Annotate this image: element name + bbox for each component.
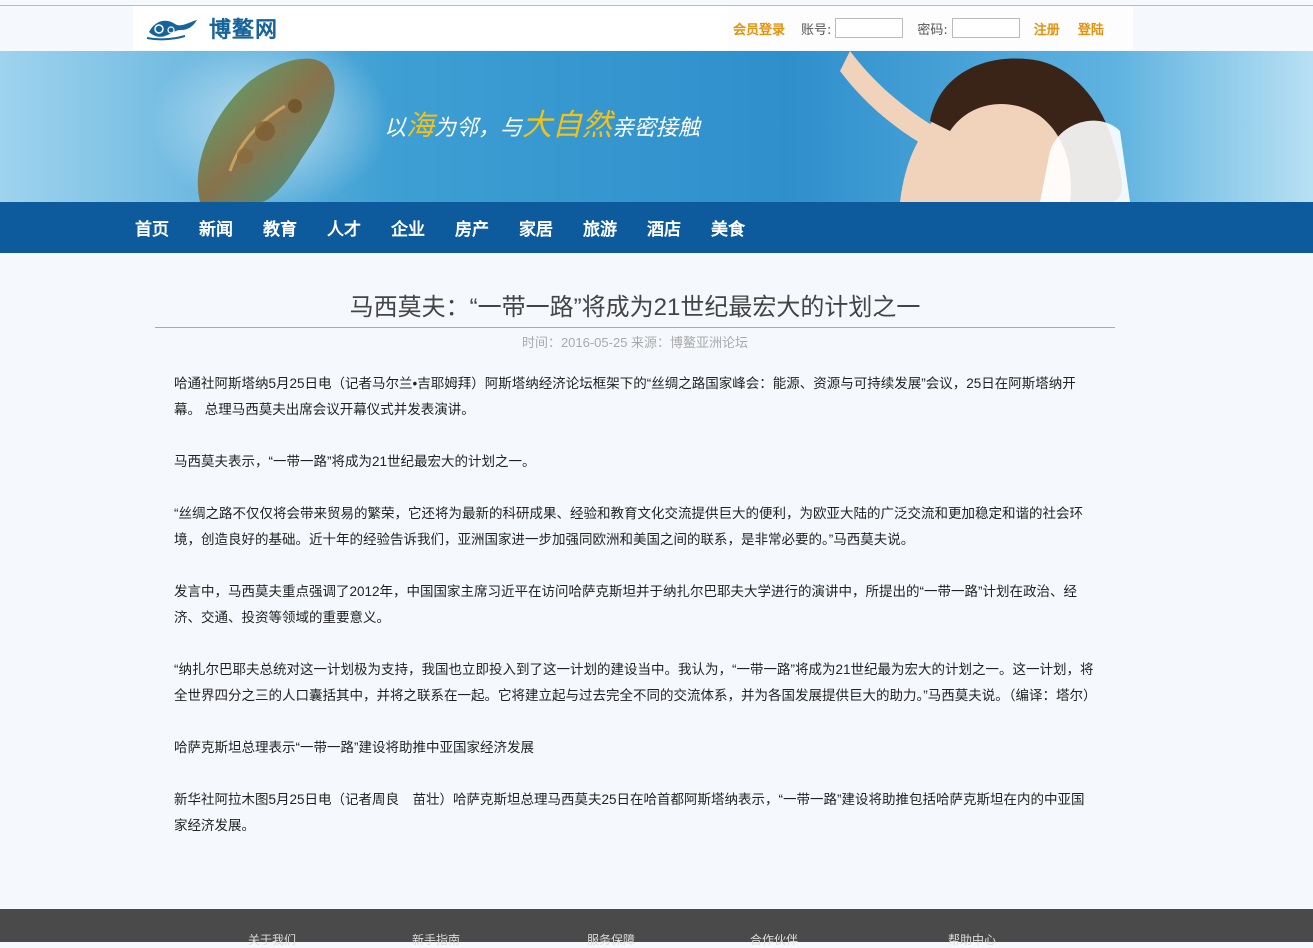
login-panel: 会员登录 账号: 密码: 注册 登陆 bbox=[728, 6, 1133, 50]
top-bar: 博鳌网 会员登录 账号: 密码: 注册 登陆 bbox=[133, 6, 1133, 50]
slogan-part-5: 亲密接触 bbox=[612, 116, 702, 141]
slogan-part-3: 为邻，与 bbox=[434, 116, 524, 141]
article-title: 马西莫夫：“一带一路”将成为21世纪最宏大的计划之一 bbox=[349, 294, 921, 321]
password-label: 密码: bbox=[917, 22, 948, 38]
nav-item-education[interactable]: 教育 bbox=[263, 215, 297, 240]
main-nav: 首页 新闻 教育 人才 企业 房产 家居 旅游 酒店 美食 bbox=[0, 202, 1313, 253]
article-meta: 时间：2016-05-25 来源：博鳌亚洲论坛 bbox=[521, 335, 749, 350]
article-paragraph: 马西莫夫表示，“一带一路”将成为21世纪最宏大的计划之一。 bbox=[174, 454, 536, 469]
article-paragraph: 新华社阿拉木图5月25日电（记者周良 苗壮）哈萨克斯坦总理马西莫夫25日在哈首都… bbox=[174, 792, 1085, 833]
logo-text: 博鳌网 bbox=[209, 17, 279, 43]
article-paragraph: 发言中，马西莫夫重点强调了2012年，中国国家主席习近平在访问哈萨克斯坦并于纳扎… bbox=[174, 584, 1078, 625]
signin-link[interactable]: 登陆 bbox=[1078, 19, 1104, 38]
banner-slogan: 以海为邻，与大自然亲密接触 bbox=[384, 108, 702, 143]
banner-art: 以海为邻，与大自然亲密接触 bbox=[150, 51, 1130, 202]
footer-link-service[interactable]: 服务保障 bbox=[587, 931, 635, 948]
nav-item-hotel[interactable]: 酒店 bbox=[647, 215, 681, 240]
banner: 以海为邻，与大自然亲密接触 bbox=[0, 51, 1313, 202]
account-label: 账号: bbox=[801, 22, 832, 38]
nav-list: 首页 新闻 教育 人才 企业 房产 家居 旅游 酒店 美食 bbox=[135, 202, 775, 253]
article-paragraph: 哈通社阿斯塔纳5月25日电（记者马尔兰•吉耶姆拜）阿斯塔纳经济论坛框架下的“丝绸… bbox=[174, 376, 1076, 417]
nav-item-travel[interactable]: 旅游 bbox=[583, 215, 617, 240]
footer-link-help[interactable]: 帮助中心 bbox=[948, 931, 996, 948]
nav-item-home[interactable]: 首页 bbox=[135, 215, 169, 240]
article-paragraph: “丝绸之路不仅仅将会带来贸易的繁荣，它还将为最新的科研成果、经验和教育文化交流提… bbox=[174, 506, 1083, 547]
article-paragraph: “纳扎尔巴耶夫总统对这一计划极为支持，我国也立即投入到了这一计划的建设当中。我认… bbox=[174, 662, 1097, 703]
account-input[interactable] bbox=[835, 18, 904, 38]
nav-item-news[interactable]: 新闻 bbox=[199, 215, 233, 240]
register-link[interactable]: 注册 bbox=[1034, 19, 1060, 38]
slogan-part-4: 大自然 bbox=[522, 108, 616, 143]
footer-link-guide[interactable]: 新手指南 bbox=[412, 931, 460, 948]
nav-item-real-estate[interactable]: 房产 bbox=[455, 215, 489, 240]
footer-link-about[interactable]: 关于我们 bbox=[248, 931, 296, 948]
article-paragraph: 哈萨克斯坦总理表示“一带一路”建设将助推中亚国家经济发展 bbox=[174, 740, 534, 755]
password-input[interactable] bbox=[951, 18, 1020, 38]
member-login-label: 会员登录 bbox=[733, 22, 786, 38]
nav-item-home-furnishing[interactable]: 家居 bbox=[519, 215, 553, 240]
nav-item-food[interactable]: 美食 bbox=[711, 215, 745, 240]
footer: 关于我们 新手指南 服务保障 合作伙伴 帮助中心 bbox=[0, 909, 1313, 947]
slogan-part-1: 以 bbox=[384, 116, 407, 141]
footer-link-partners[interactable]: 合作伙伴 bbox=[750, 931, 798, 948]
nav-item-talent[interactable]: 人才 bbox=[327, 215, 361, 240]
nav-item-enterprise[interactable]: 企业 bbox=[391, 215, 425, 240]
site-logo[interactable]: 博鳌网 bbox=[145, 12, 278, 44]
dragon-logo-icon bbox=[146, 20, 197, 41]
article-body: 哈通社阿斯塔纳5月25日电（记者马尔兰•吉耶姆拜）阿斯塔纳经济论坛框架下的“丝绸… bbox=[174, 371, 1097, 865]
title-divider bbox=[155, 327, 1115, 328]
